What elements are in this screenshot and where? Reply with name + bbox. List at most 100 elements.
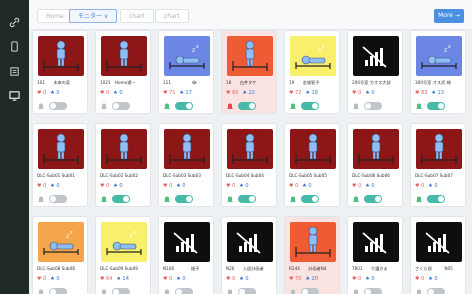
device-card[interactable]: z z DLC-Sub09 Sub09 ♥ 64 ♠ 14	[95, 216, 151, 294]
bell-icon[interactable]	[226, 288, 234, 294]
more-button[interactable]: More →	[434, 9, 464, 23]
document-icon[interactable]	[8, 65, 21, 78]
no-signal-icon	[416, 222, 462, 262]
device-card[interactable]: DLC-Sub03 Sub03 ♥ 0 ♠ 0	[158, 123, 214, 207]
device-label: DLC-Sub04 Sub04	[226, 173, 264, 178]
device-card[interactable]: 200号室 カオス大部 ♥ 0 ♠ 0	[347, 30, 403, 114]
heart-icon: ♥	[226, 276, 231, 282]
svg-text:z: z	[70, 230, 73, 236]
bell-icon[interactable]	[415, 195, 423, 203]
monitor-toggle[interactable]	[49, 102, 67, 110]
phone-icon[interactable]	[8, 40, 21, 53]
tab-home[interactable]: Home	[37, 9, 73, 23]
device-card[interactable]: N106 雄子 ♥ 0 ♠ 0	[158, 216, 214, 294]
device-card[interactable]: DLC-Sub04 Sub04 ♥ 0 ♠ 0	[221, 123, 277, 207]
monitor-toggle[interactable]	[364, 195, 382, 203]
card-controls	[37, 194, 87, 204]
vital-stats: ♥ 0 ♠ 0	[37, 183, 87, 191]
bell-icon[interactable]	[37, 288, 45, 294]
bell-icon[interactable]	[289, 102, 297, 110]
bell-icon[interactable]	[37, 102, 45, 110]
monitor-toggle[interactable]	[238, 102, 256, 110]
card-controls	[37, 101, 87, 111]
tab-monitor[interactable]: モニター ∨	[69, 9, 118, 23]
bell-icon[interactable]	[226, 195, 234, 203]
bell-icon[interactable]	[163, 288, 171, 294]
tab-chart-2[interactable]: chart	[155, 9, 189, 23]
respiration-value: 0	[56, 90, 60, 96]
device-card[interactable]: z z 19 金城智子 ♥ 72 ♠ 18	[284, 30, 340, 114]
bell-icon[interactable]	[415, 102, 423, 110]
device-card[interactable]: N26 入居計画者 ♥ 0 ♠ 0	[221, 216, 277, 294]
bell-icon[interactable]	[352, 102, 360, 110]
device-card[interactable]: z z 300号室 オス武 様 ♥ 83 ♠ 13	[410, 30, 466, 114]
status-thumbnail	[227, 36, 273, 76]
respiration-value: 0	[56, 276, 60, 282]
device-card[interactable]: R244 計画者N4 ♥ 70 ♠ 20	[284, 216, 340, 294]
monitor-toggle[interactable]	[175, 102, 193, 110]
monitor-toggle[interactable]	[364, 288, 382, 294]
lungs-icon: ♠	[431, 90, 436, 96]
heart-rate-value: 0	[232, 183, 236, 189]
device-card[interactable]: DLC-Sub02 Sub02 ♥ 0 ♠ 0	[95, 123, 151, 207]
heart-rate-value: 0	[421, 276, 425, 282]
status-thumbnail: zz	[38, 222, 84, 262]
monitor-toggle[interactable]	[427, 195, 445, 203]
heart-icon: ♥	[100, 90, 105, 96]
device-card[interactable]: z z 111 😂 ♥ 71 ♠ 17	[158, 30, 214, 114]
device-card[interactable]: T801 介護きま ♥ 0 ♠ 0	[347, 216, 403, 294]
monitor-toggle[interactable]	[49, 195, 67, 203]
monitor-toggle[interactable]	[175, 195, 193, 203]
monitor-toggle[interactable]	[427, 102, 445, 110]
monitor-toggle[interactable]	[49, 288, 67, 294]
monitor-toggle[interactable]	[238, 195, 256, 203]
monitor-toggle[interactable]	[301, 288, 319, 294]
device-card[interactable]: DLC-Sub07 Sub07 ♥ 0 ♠ 0	[410, 123, 466, 207]
respiration-value: 14	[122, 276, 129, 282]
device-label: DLC-Sub09 Sub09	[100, 266, 138, 271]
device-card[interactable]: DLC-Sub05 Sub05 ♥ 0 ♠ 0	[284, 123, 340, 207]
bell-icon[interactable]	[352, 288, 360, 294]
monitor-toggle[interactable]	[112, 288, 130, 294]
heart-icon: ♥	[415, 183, 420, 189]
bell-icon[interactable]	[100, 195, 108, 203]
bell-icon[interactable]	[415, 288, 423, 294]
bell-icon[interactable]	[100, 288, 108, 294]
bell-icon[interactable]	[289, 288, 297, 294]
bell-icon[interactable]	[289, 195, 297, 203]
monitor-icon[interactable]	[8, 89, 21, 102]
tab-chart[interactable]: chart	[120, 9, 154, 23]
monitor-toggle[interactable]	[364, 102, 382, 110]
monitor-toggle[interactable]	[238, 288, 256, 294]
status-thumbnail: zz	[416, 36, 462, 76]
person-standing-icon	[101, 129, 147, 169]
monitor-toggle[interactable]	[301, 102, 319, 110]
device-card[interactable]: さくら邸 N05 ♥ 0 ♠ 0	[410, 216, 466, 294]
link-icon[interactable]	[8, 16, 21, 29]
device-card[interactable]: 18 白井タケ ♥ 65 ♠ 22	[221, 30, 277, 114]
bell-icon[interactable]	[37, 195, 45, 203]
bell-icon[interactable]	[163, 102, 171, 110]
bell-icon[interactable]	[352, 195, 360, 203]
device-card[interactable]: z z DLC-Sub08 Sub08 ♥ 0 ♠ 0	[32, 216, 88, 294]
status-thumbnail	[290, 222, 336, 262]
bell-icon[interactable]	[163, 195, 171, 203]
card-controls	[415, 194, 465, 204]
device-card[interactable]: DLC-Sub01 Sub01 ♥ 0 ♠ 0	[32, 123, 88, 207]
vital-stats: ♥ 71 ♠ 17	[163, 90, 213, 98]
toggle-knob	[186, 196, 192, 202]
card-controls	[163, 287, 213, 294]
device-card[interactable]: DLC-Sub06 Sub06 ♥ 0 ♠ 0	[347, 123, 403, 207]
lungs-icon: ♠	[365, 183, 370, 189]
monitor-toggle[interactable]	[112, 195, 130, 203]
person-standing-icon	[416, 129, 462, 169]
monitor-toggle[interactable]	[427, 288, 445, 294]
monitor-toggle[interactable]	[112, 102, 130, 110]
bell-icon[interactable]	[100, 102, 108, 110]
heart-rate-value: 0	[43, 183, 47, 189]
monitor-toggle[interactable]	[175, 288, 193, 294]
device-card[interactable]: 101 未来の家 ♥ 0 ♠ 0	[32, 30, 88, 114]
device-card[interactable]: 1021 Home通ー ♥ 0 ♠ 0	[95, 30, 151, 114]
bell-icon[interactable]	[226, 102, 234, 110]
monitor-toggle[interactable]	[301, 195, 319, 203]
